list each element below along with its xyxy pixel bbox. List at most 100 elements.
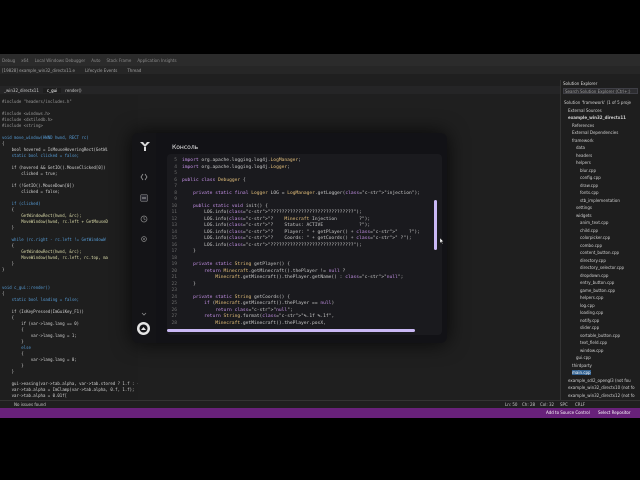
code-line: }: [2, 225, 15, 230]
console-code-panel[interactable]: 5 import org.apache.logging.log4j.LogMana…: [167, 154, 442, 335]
console-code-line: 20 return Minecraft.getMinecraft().thePl…: [167, 269, 345, 275]
line-ending[interactable]: CRLF: [575, 402, 585, 407]
solution-tree-item[interactable]: notify.cpp: [580, 318, 599, 323]
line-number: 21: [171, 275, 177, 280]
settings-icon[interactable]: [140, 235, 148, 243]
toolbar-item[interactable]: Local Windows Debugger: [35, 58, 86, 63]
logo-icon: [140, 142, 150, 151]
lifecycle-events[interactable]: Lifecycle Events: [85, 68, 117, 73]
clock-icon[interactable]: [140, 215, 148, 223]
solution-tree-item[interactable]: settings: [576, 205, 592, 210]
solution-tree-item[interactable]: combo.cpp: [580, 243, 602, 248]
solution-tree-item[interactable]: example_sdl2_opengl3 (not fou: [568, 378, 631, 383]
solution-tree-item[interactable]: helpers: [576, 160, 591, 165]
process-selector[interactable]: [19828] example_win32_directx11.e: [2, 68, 75, 73]
code-line: {: [2, 207, 15, 212]
solution-tree-item[interactable]: entry_button.cpp: [580, 280, 614, 285]
console-code-line: 6 public class Debugger {: [167, 177, 245, 184]
line-number: 26: [171, 307, 177, 313]
code-text: return Minecraft.getMinecraft().thePlaye…: [204, 268, 346, 274]
line-number: 16: [171, 242, 177, 248]
solution-tree-item[interactable]: draw.cpp: [580, 183, 598, 188]
avatar[interactable]: [137, 322, 150, 335]
vertical-scrollbar[interactable]: [434, 200, 437, 250]
line-number: 5: [174, 158, 177, 163]
solution-search-input[interactable]: Search Solution Explorer (Ctrl+;): [563, 88, 638, 94]
solution-tree-item[interactable]: framework: [572, 138, 594, 143]
solution-tree-item[interactable]: helpers.cpp: [580, 295, 603, 300]
solution-tree-item[interactable]: blur.cpp: [580, 168, 596, 173]
solution-tree-item[interactable]: gui.cpp: [576, 355, 591, 360]
user-icon: [139, 324, 148, 333]
code-text: Minecraft.getMinecraft().thePlayer.posX,: [215, 320, 326, 326]
solution-tree-item[interactable]: External Dependencies: [572, 130, 618, 135]
line-number: 22: [171, 281, 177, 287]
solution-tree-item[interactable]: External Sources: [568, 108, 602, 113]
code-icon[interactable]: [140, 173, 148, 181]
solution-tree-item[interactable]: main.cpp: [572, 370, 591, 375]
code-text: LOG.info(class="c-str">"? Player: " + ge…: [182, 229, 420, 235]
spacing-mode[interactable]: SPC: [560, 402, 568, 407]
solution-tree-item[interactable]: game_button.cpp: [580, 288, 615, 293]
solution-tree-item[interactable]: References: [572, 123, 594, 128]
solution-tree-item[interactable]: anim_text.cpp: [580, 220, 608, 225]
code-line: #include <string>: [2, 123, 43, 128]
tab-file[interactable]: _win32_directx11: [0, 88, 43, 93]
solution-tree-item[interactable]: data: [576, 145, 585, 150]
thread-selector[interactable]: Thread: [127, 68, 141, 73]
solution-tree-item[interactable]: stb_implementation: [580, 198, 620, 203]
solution-tree-item[interactable]: dropdown.cpp: [580, 273, 608, 278]
tab-file-active[interactable]: c_gui: [42, 87, 62, 93]
solution-tree-item[interactable]: widgets: [576, 213, 592, 218]
line-number: 11: [171, 210, 177, 215]
line-number: 7: [174, 184, 177, 189]
line-number: 4: [174, 164, 177, 170]
line-number: 8: [174, 190, 177, 196]
code-line: void c_gui::render(): [2, 285, 51, 290]
solution-tree-item[interactable]: child.cpp: [580, 228, 598, 233]
solution-tree-item[interactable]: Solution 'framework' (1 of 5 proje: [564, 100, 631, 105]
solution-tree-item[interactable]: slider.cpp: [580, 325, 599, 330]
console-code-line: 14 LOG.info(class="c-str">"? Player: " +…: [167, 229, 420, 236]
horizontal-scrollbar[interactable]: [167, 329, 415, 332]
solution-tree-item[interactable]: directory.cpp: [580, 258, 606, 263]
code-text: LOG.info(class="c-str">"? Status: ACTIVE…: [182, 223, 371, 228]
solution-tree-item[interactable]: text_field.cpp: [580, 340, 607, 345]
code-editor[interactable]: #include "headers/includes.h" #include <w…: [0, 95, 138, 400]
solution-tree-item[interactable]: example_win32_directx11: [568, 115, 626, 120]
code-line: {: [2, 141, 5, 146]
toolbar-item[interactable]: Debug: [2, 58, 15, 63]
line-number: 17: [171, 249, 177, 254]
tab-function[interactable]: render(): [61, 88, 85, 93]
solution-tree-item[interactable]: thirdparty: [572, 363, 592, 368]
line-number: 12: [171, 216, 177, 222]
solution-tree-item[interactable]: headers: [576, 153, 592, 158]
toolbar-item[interactable]: Application Insights: [137, 58, 176, 63]
solution-tree-item[interactable]: content_button.cpp: [580, 250, 619, 255]
solution-tree-item[interactable]: example_win32_directx12 (not fo: [568, 393, 635, 398]
toolbar-item[interactable]: Stack Frame: [107, 58, 132, 63]
console-code-line: 9: [167, 197, 182, 203]
line-number: 6: [174, 177, 177, 183]
solution-tree-item[interactable]: example_win32_directx10 (not fo: [568, 385, 635, 390]
toggle-icon[interactable]: [140, 194, 148, 202]
solution-tree-item[interactable]: window.cpp: [580, 348, 603, 353]
source-control-button[interactable]: Add to Source Control: [546, 410, 590, 415]
solution-tree-item[interactable]: loading.cpp: [580, 310, 603, 315]
solution-tree-item[interactable]: colorpicker.cpp: [580, 235, 610, 240]
solution-tree-item[interactable]: sortable_button.cpp: [580, 333, 620, 338]
console-code-line: 5: [167, 171, 182, 177]
solution-tree-item[interactable]: directory_selector.cpp: [580, 265, 624, 270]
solution-tree-item[interactable]: log.cpp: [580, 303, 595, 308]
solution-tree-item[interactable]: config.cpp: [580, 175, 601, 180]
solution-tree-item[interactable]: fonts.cpp: [580, 190, 599, 195]
code-line: #include <dxtiledb.h>: [2, 117, 53, 122]
toolbar-item[interactable]: x64: [21, 58, 28, 63]
code-line: }: [2, 339, 24, 344]
line-number: 27: [171, 314, 177, 319]
code-line: if (var->lang.lang == 0): [2, 321, 80, 326]
select-repository-button[interactable]: Select Repositor: [598, 410, 631, 415]
toolbar-item[interactable]: Auto: [91, 58, 100, 63]
issues-indicator[interactable]: No issues found: [14, 402, 46, 407]
chevron-down-icon[interactable]: [140, 310, 148, 318]
